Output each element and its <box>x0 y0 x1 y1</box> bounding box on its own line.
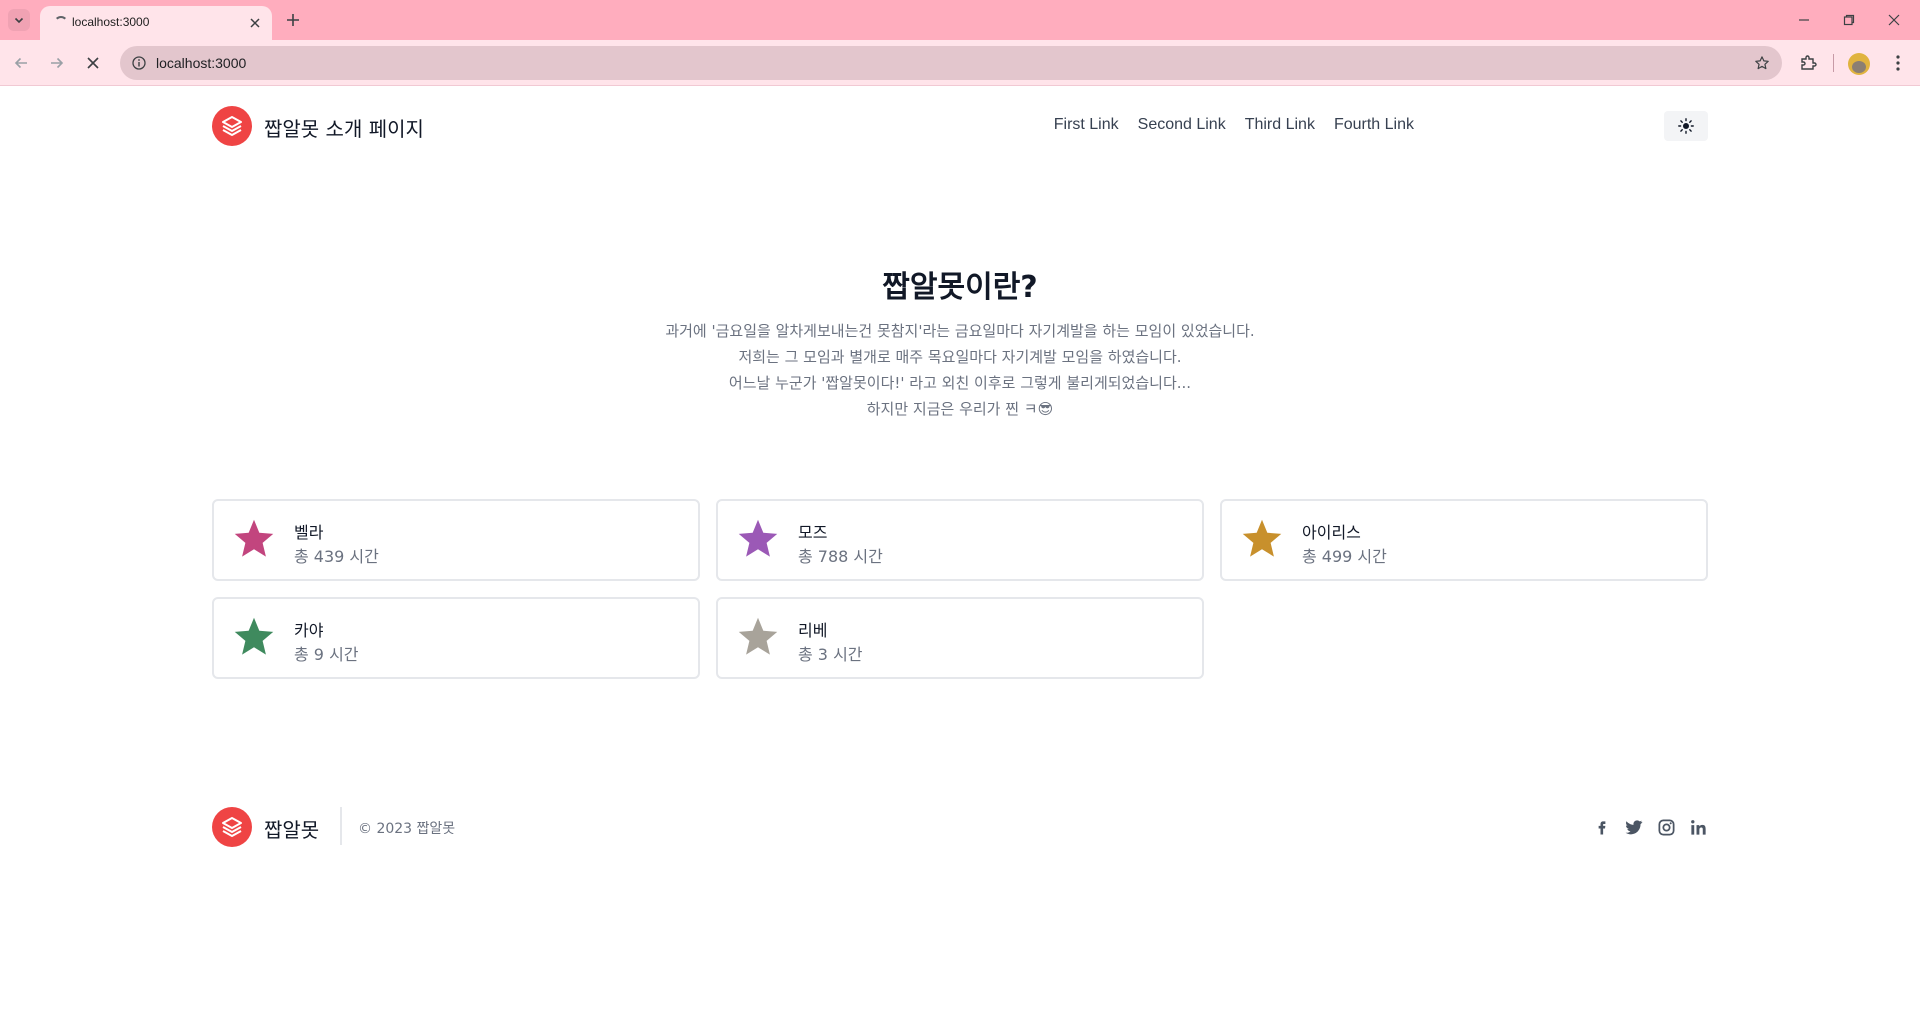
member-name: 벨라 <box>294 523 324 542</box>
nav-link-fourth[interactable]: Fourth Link <box>1334 116 1414 134</box>
nav-link-third[interactable]: Third Link <box>1245 116 1315 134</box>
star-icon <box>234 519 274 557</box>
star-icon <box>234 617 274 655</box>
back-arrow-icon[interactable] <box>8 50 34 76</box>
stop-loading-icon[interactable] <box>80 50 106 76</box>
star-icon <box>738 617 778 655</box>
linkedin-icon[interactable] <box>1687 816 1709 838</box>
tab-close-icon[interactable] <box>246 14 264 32</box>
footer-brand[interactable]: 짭알못 <box>264 814 319 843</box>
hero-title: 짭알못이란? <box>882 270 1038 305</box>
member-card[interactable]: 카야 총 9 시간 <box>212 597 700 679</box>
restore-icon[interactable] <box>1826 6 1872 34</box>
star-icon <box>738 519 778 557</box>
member-name: 카야 <box>294 621 324 640</box>
tab-title: localhost:3000 <box>72 15 150 29</box>
member-card[interactable]: 리베 총 3 시간 <box>716 597 1204 679</box>
member-name: 리베 <box>798 621 828 640</box>
member-card[interactable]: 아이리스 총 499 시간 <box>1220 499 1708 581</box>
page: 짭알못 소개 페이지 First Link Second Link Third … <box>0 86 1920 1032</box>
star-icon <box>1242 519 1282 557</box>
member-total-hours: 총 439 시간 <box>294 547 379 566</box>
address-bar[interactable]: localhost:3000 <box>120 46 1782 80</box>
hero-description: 과거에 '금요일을 알차게보내는건 못참지'라는 금요일마다 자기계발을 하는 … <box>0 318 1920 422</box>
loading-spinner-icon <box>54 16 68 30</box>
hero-line: 과거에 '금요일을 알차게보내는건 못참지'라는 금요일마다 자기계발을 하는 … <box>665 322 1255 340</box>
facebook-icon[interactable] <box>1591 816 1613 838</box>
footer-divider <box>340 807 342 845</box>
footer-logo[interactable] <box>212 807 252 847</box>
member-name: 모즈 <box>798 523 828 542</box>
hero-line: 어느날 누군가 '짭알못이다!' 라고 외친 이후로 그렇게 불리게되었습니다.… <box>728 374 1192 392</box>
theme-toggle-button[interactable] <box>1664 111 1708 141</box>
member-total-hours: 총 788 시간 <box>798 547 883 566</box>
extensions-puzzle-icon[interactable] <box>1795 50 1821 76</box>
toolbar-divider <box>1833 54 1834 72</box>
hero-line: 저희는 그 모임과 별개로 매주 목요일마다 자기계발 모임을 하였습니다. <box>738 348 1182 366</box>
main-nav: First Link Second Link Third Link Fourth… <box>1054 116 1414 134</box>
tab-search-chevron-icon[interactable] <box>8 9 30 31</box>
browser-tab[interactable]: localhost:3000 <box>40 6 272 40</box>
member-total-hours: 총 9 시간 <box>294 645 359 664</box>
more-menu-icon[interactable] <box>1885 50 1911 76</box>
new-tab-plus-icon[interactable] <box>282 9 304 31</box>
member-name: 아이리스 <box>1302 523 1361 542</box>
footer-copyright: © 2023 짭알못 <box>358 821 456 837</box>
profile-avatar[interactable] <box>1848 53 1870 75</box>
header-logo[interactable] <box>212 106 252 146</box>
site-info-icon[interactable] <box>130 54 148 72</box>
nav-link-first[interactable]: First Link <box>1054 116 1119 134</box>
layers-icon <box>222 817 242 837</box>
site-title[interactable]: 짭알못 소개 페이지 <box>264 113 424 142</box>
browser-toolbar: localhost:3000 <box>0 40 1920 86</box>
nav-link-second[interactable]: Second Link <box>1138 116 1226 134</box>
close-window-icon[interactable] <box>1871 6 1917 34</box>
sun-icon <box>1678 118 1694 134</box>
instagram-icon[interactable] <box>1655 816 1677 838</box>
browser-tabbar: localhost:3000 <box>0 0 1920 40</box>
minimize-icon[interactable] <box>1781 6 1827 34</box>
url-text[interactable]: localhost:3000 <box>156 55 246 71</box>
member-card[interactable]: 모즈 총 788 시간 <box>716 499 1204 581</box>
bookmark-star-icon[interactable] <box>1752 53 1772 73</box>
member-total-hours: 총 3 시간 <box>798 645 863 664</box>
member-card[interactable]: 벨라 총 439 시간 <box>212 499 700 581</box>
forward-arrow-icon[interactable] <box>44 50 70 76</box>
hero-line: 하지만 지금은 우리가 찐 ㅋ😎 <box>866 400 1054 418</box>
layers-icon <box>222 116 242 136</box>
twitter-icon[interactable] <box>1623 816 1645 838</box>
member-total-hours: 총 499 시간 <box>1302 547 1387 566</box>
